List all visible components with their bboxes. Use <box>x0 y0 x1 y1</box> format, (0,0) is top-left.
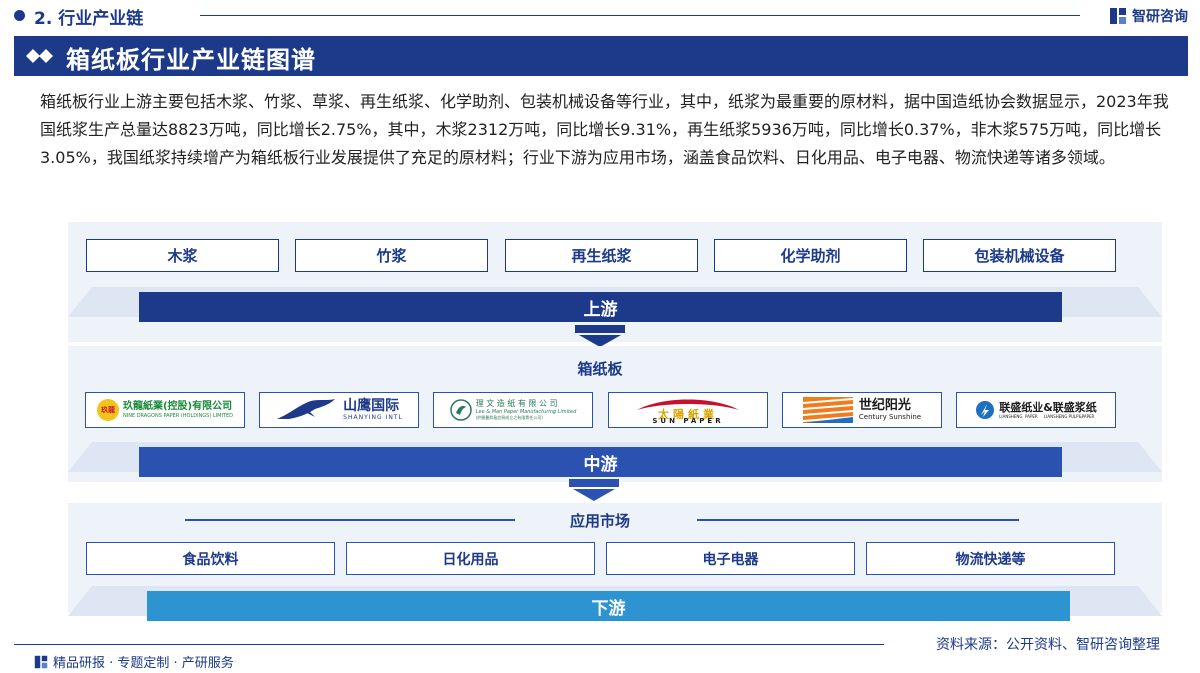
bullet-icon <box>14 10 25 21</box>
arrow-down-icon <box>575 325 625 347</box>
company-logo-century-sunshine: 世纪阳光 Century Sunshine <box>782 392 942 428</box>
company-subname: NINE DRAGONS PAPER (HOLDINGS) LIMITED <box>122 412 234 419</box>
company-subname: SUN PAPER <box>652 417 724 425</box>
downstream-bar: 下游 <box>147 591 1070 621</box>
upstream-item: 化学助剂 <box>714 239 907 272</box>
nine-dragons-emblem-icon: 玖龍 <box>96 399 119 421</box>
company-subname: LIANSHENG PAPER LIANSHENG PULP&PAPER <box>999 413 1095 419</box>
slogan-text: 精品研报 · 专题定制 · 产研服务 <box>53 656 234 671</box>
eagle-icon <box>277 399 336 419</box>
upstream-item: 木浆 <box>86 239 279 272</box>
brand-name: 智研咨询 <box>1132 9 1188 25</box>
title-banner: 箱纸板行业产业链图谱 <box>14 36 1188 76</box>
downstream-item: 日化用品 <box>346 542 595 575</box>
upstream-item: 包装机械设备 <box>923 239 1116 272</box>
intro-paragraph: 箱纸板行业上游主要包括木浆、竹浆、草浆、再生纸浆、化学助剂、包装机械设备等行业，… <box>40 92 1169 167</box>
downstream-label: 应用市场 <box>569 512 630 530</box>
brand-logo-icon <box>1110 8 1126 24</box>
section-title: 2. 行业产业链 <box>34 9 144 29</box>
company-subname: SHANYING INTL <box>343 414 403 421</box>
company-logo-lee-man: 理 文 造 紙 有 限 公 司 Lee & Man Paper Manufact… <box>433 392 593 428</box>
upstream-item: 再生纸浆 <box>505 239 698 272</box>
company-name: 理 文 造 紙 有 限 公 司 <box>475 399 558 408</box>
arrow-down-icon <box>569 479 619 501</box>
header-rule <box>200 15 1080 16</box>
company-logo-shanying: 山鹰国际 SHANYING INTL <box>259 392 419 428</box>
sunrise-stripes-icon <box>802 397 853 423</box>
upstream-bar: 上游 <box>139 292 1062 322</box>
company-name: 玖龍紙業(控股)有限公司 <box>122 400 233 412</box>
company-logo-nine-dragons: 玖龍 玖龍紙業(控股)有限公司 NINE DRAGONS PAPER (HOLD… <box>85 392 245 428</box>
company-name: 联盛纸业&联盛浆纸 <box>999 400 1097 414</box>
downstream-item: 物流快递等 <box>866 542 1115 575</box>
top-bar: 2. 行业产业链 智研咨询 <box>0 0 1200 32</box>
brand-logo-icon <box>34 655 48 668</box>
footer-slogan: 精品研报 · 专题定制 · 产研服务 <box>34 652 234 671</box>
brand: 智研咨询 <box>1109 5 1188 27</box>
midstream-bar: 中游 <box>139 447 1062 477</box>
lian-sheng-emblem-icon <box>976 401 995 419</box>
company-subname: Century Sunshine <box>858 413 922 421</box>
downstream-item: 电子电器 <box>606 542 855 575</box>
downstream-item: 食品饮料 <box>86 542 335 575</box>
company-subname-2: (於開曼群島註冊成立之有限責任公司) <box>475 415 543 420</box>
midstream-label: 箱纸板 <box>577 360 623 378</box>
company-logo-sun-paper: 太陽紙業 SUN PAPER <box>608 392 768 428</box>
diamond-icon <box>26 49 53 63</box>
lee-man-emblem-icon <box>449 399 472 421</box>
page-title: 箱纸板行业产业链图谱 <box>66 46 316 74</box>
upstream-item: 竹浆 <box>295 239 488 272</box>
footer-rule <box>14 644 884 645</box>
source-note: 资料来源：公开资料、智研咨询整理 <box>936 637 1160 653</box>
company-logo-lian-sheng: 联盛纸业&联盛浆纸 LIANSHENG PAPER LIANSHENG PULP… <box>956 392 1116 428</box>
company-name: 世纪阳光 <box>858 398 911 413</box>
company-name: 山鹰国际 <box>343 398 400 414</box>
